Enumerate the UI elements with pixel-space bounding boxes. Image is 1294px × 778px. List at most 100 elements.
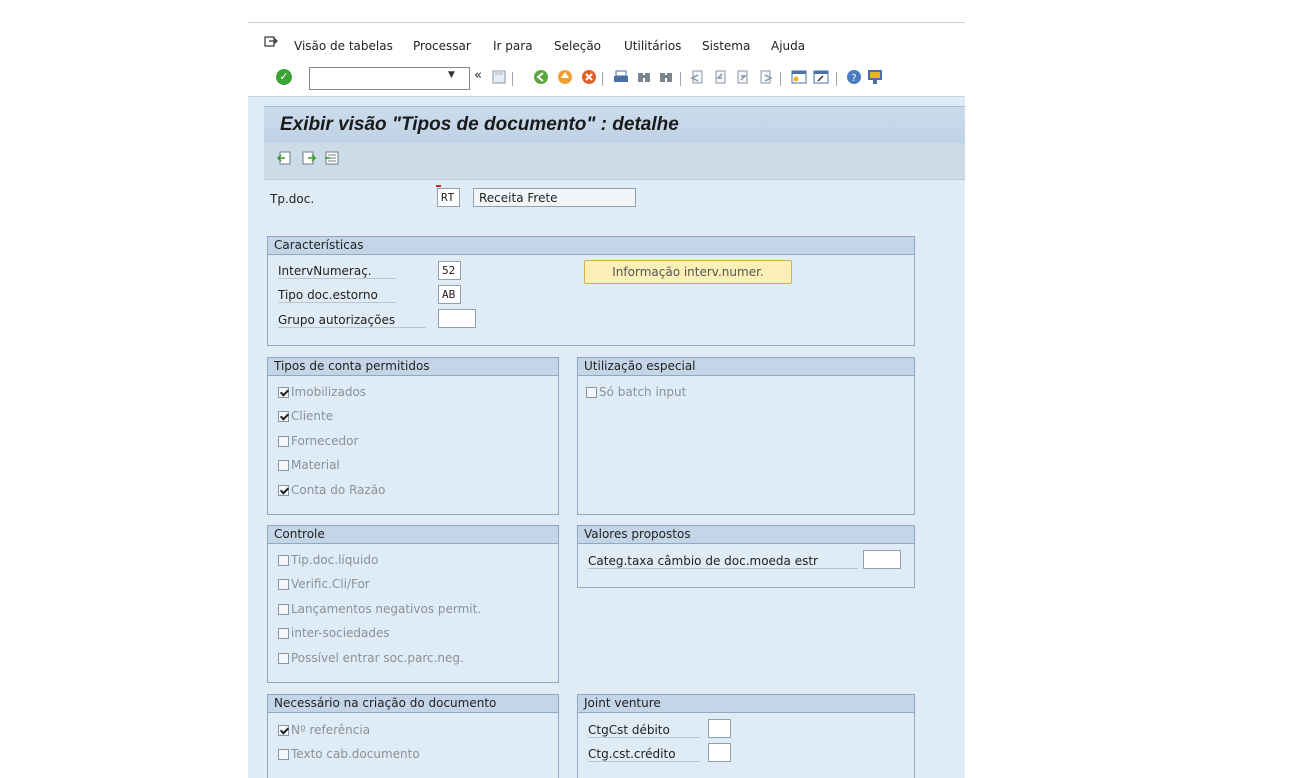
- checkbox-box[interactable]: [278, 555, 289, 566]
- menu-ir-para[interactable]: Ir para: [493, 39, 533, 53]
- check-icon[interactable]: ✓: [276, 69, 292, 85]
- checkbox-cliente[interactable]: Cliente: [278, 409, 333, 423]
- checkbox-box[interactable]: [586, 387, 597, 398]
- chevron-down-icon[interactable]: ▼: [448, 70, 455, 80]
- estorno-label: Tipo doc.estorno: [278, 288, 396, 303]
- menu-sistema[interactable]: Sistema: [702, 39, 750, 53]
- valores-group: Valores propostos Categ.taxa câmbio de d…: [577, 525, 915, 588]
- checkbox-conta-razao[interactable]: Conta do Razão: [278, 483, 385, 497]
- interv-label: IntervNumeraç.: [278, 264, 396, 279]
- checkbox-imobilizados[interactable]: Imobilizados: [278, 385, 366, 399]
- required-marker: [436, 185, 441, 187]
- checkbox-label: Fornecedor: [291, 434, 359, 448]
- checkbox-batch-input[interactable]: Só batch input: [586, 385, 686, 399]
- checkbox-box[interactable]: [278, 653, 289, 664]
- controle-group: Controle Tip.doc.líquido Verific.Cli/For…: [267, 525, 559, 683]
- next-entry-icon[interactable]: [301, 150, 317, 166]
- menu-selecao[interactable]: Seleção: [554, 39, 601, 53]
- categ-taxa-label: Categ.taxa câmbio de doc.moeda estr: [588, 554, 858, 569]
- caracteristicas-title: Características: [268, 237, 914, 255]
- shortcut-icon[interactable]: [813, 69, 829, 85]
- checkbox-box[interactable]: [278, 628, 289, 639]
- caracteristicas-group: Características IntervNumeraç. Tipo doc.…: [267, 236, 915, 346]
- checkbox-box[interactable]: [278, 411, 289, 422]
- checkbox-box[interactable]: [278, 485, 289, 496]
- back-icon[interactable]: [533, 69, 549, 85]
- save-icon[interactable]: [491, 69, 507, 85]
- exit-icon[interactable]: [557, 69, 573, 85]
- checkbox-label: Material: [291, 458, 340, 472]
- doc-type-description[interactable]: [473, 188, 636, 207]
- previous-entry-icon[interactable]: [276, 150, 292, 166]
- utilizacao-title: Utilização especial: [578, 358, 914, 376]
- checkbox-soc-parc-neg[interactable]: Possível entrar soc.parc.neg.: [278, 651, 464, 665]
- checkbox-label: Possível entrar soc.parc.neg.: [291, 651, 464, 665]
- checkbox-inter-sociedades[interactable]: inter-sociedades: [278, 626, 390, 640]
- ctgcst-credito-field[interactable]: [708, 743, 731, 762]
- last-page-icon[interactable]: [758, 69, 774, 85]
- menu-visao-tabelas[interactable]: Visão de tabelas: [294, 39, 393, 53]
- checkbox-label: Só batch input: [599, 385, 687, 399]
- help-icon[interactable]: ?: [846, 69, 862, 85]
- find-icon[interactable]: [636, 69, 652, 85]
- layout-menu-icon[interactable]: [867, 69, 883, 85]
- checkbox-box[interactable]: [278, 604, 289, 615]
- next-page-icon[interactable]: [735, 69, 751, 85]
- svg-text:?: ?: [851, 73, 856, 84]
- necessario-group: Necessário na criação do documento Nº re…: [267, 694, 559, 778]
- checkbox-box[interactable]: [278, 749, 289, 760]
- title-bar: Exibir visão "Tipos de documento" : deta…: [264, 106, 965, 144]
- standard-toolbar: ✓ ▼ « ?: [248, 66, 965, 97]
- checkbox-texto-cab[interactable]: Texto cab.documento: [278, 747, 420, 761]
- checkbox-box[interactable]: [278, 579, 289, 590]
- menu-ajuda[interactable]: Ajuda: [771, 39, 805, 53]
- checkbox-box[interactable]: [278, 725, 289, 736]
- controle-title: Controle: [268, 526, 558, 544]
- checkbox-box[interactable]: [278, 436, 289, 447]
- info-interv-button[interactable]: Informação interv.numer.: [584, 260, 792, 284]
- checkbox-material[interactable]: Material: [278, 458, 340, 472]
- menu-utilitarios[interactable]: Utilitários: [624, 39, 681, 53]
- checkbox-label: Lançamentos negativos permit.: [291, 602, 482, 616]
- checkbox-box[interactable]: [278, 460, 289, 471]
- previous-page-icon[interactable]: [712, 69, 728, 85]
- checkbox-lanc-negativos[interactable]: Lançamentos negativos permit.: [278, 602, 481, 616]
- grupo-field[interactable]: [438, 309, 476, 328]
- exit-icon[interactable]: [264, 35, 278, 47]
- checkbox-label: Tip.doc.líquido: [291, 553, 379, 567]
- tipos-conta-group: Tipos de conta permitidos Imobilizados C…: [267, 357, 559, 515]
- checkbox-label: Nº referência: [291, 723, 371, 737]
- categ-taxa-field[interactable]: [863, 550, 901, 569]
- sap-window: Visão de tabelas Processar Ir para Seleç…: [248, 22, 965, 778]
- cancel-icon[interactable]: [581, 69, 597, 85]
- checkbox-label: Imobilizados: [291, 385, 367, 399]
- checkbox-fornecedor[interactable]: Fornecedor: [278, 434, 358, 448]
- checkbox-label: inter-sociedades: [291, 626, 390, 640]
- back-nav-icon[interactable]: «: [474, 68, 482, 83]
- find-next-icon[interactable]: [658, 69, 674, 85]
- application-toolbar: [264, 143, 965, 180]
- necessario-title: Necessário na criação do documento: [268, 695, 558, 713]
- interv-field[interactable]: [438, 261, 461, 280]
- ctgcst-debito-field[interactable]: [708, 719, 731, 738]
- create-session-icon[interactable]: [791, 69, 807, 85]
- checkbox-tipdoc-liquido[interactable]: Tip.doc.líquido: [278, 553, 378, 567]
- page-title: Exibir visão "Tipos de documento" : deta…: [280, 114, 679, 135]
- checkbox-n-referencia[interactable]: Nº referência: [278, 723, 370, 737]
- checkbox-label: Texto cab.documento: [291, 747, 420, 761]
- doc-type-field[interactable]: [437, 188, 460, 207]
- menu-processar[interactable]: Processar: [413, 39, 471, 53]
- joint-venture-title: Joint venture: [578, 695, 914, 713]
- checkbox-label: Verific.Cli/For: [291, 577, 370, 591]
- print-icon[interactable]: [613, 69, 629, 85]
- joint-venture-group: Joint venture CtgCst débito Ctg.cst.créd…: [577, 694, 915, 778]
- checkbox-verific-cli-for[interactable]: Verific.Cli/For: [278, 577, 370, 591]
- menu-bar: Visão de tabelas Processar Ir para Seleç…: [248, 22, 965, 67]
- checkbox-box[interactable]: [278, 387, 289, 398]
- doc-type-label: Tp.doc.: [270, 192, 315, 206]
- ctgcst-credito-label: Ctg.cst.crédito: [588, 747, 700, 762]
- first-page-icon[interactable]: [689, 69, 705, 85]
- estorno-field[interactable]: [438, 285, 461, 304]
- other-entry-icon[interactable]: [324, 150, 340, 166]
- command-field[interactable]: [309, 67, 470, 90]
